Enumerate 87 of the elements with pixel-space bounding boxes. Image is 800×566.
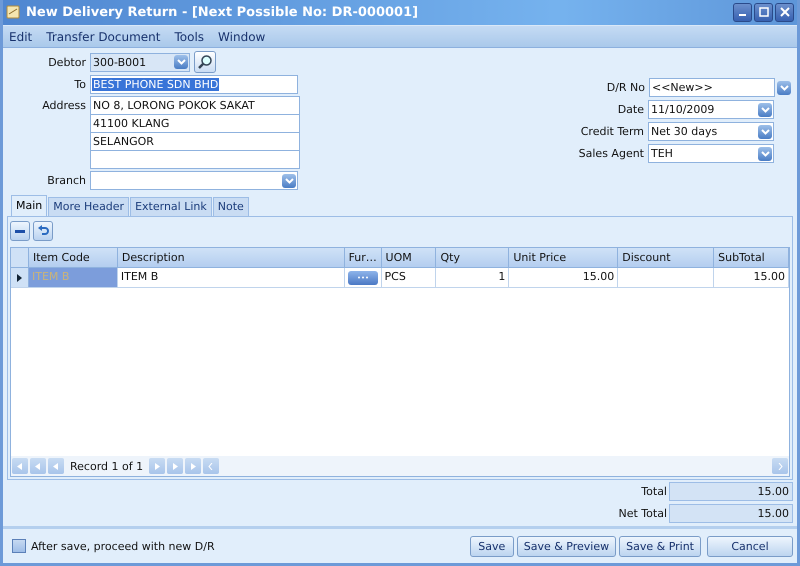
action-button[interactable]: Save & Print: [619, 536, 701, 557]
column-header[interactable]: Discount: [618, 248, 714, 268]
ellipsis-icon: [356, 276, 369, 280]
left-triangle-icon: [16, 462, 24, 470]
minimize-button[interactable]: [733, 2, 752, 22]
more-button[interactable]: [348, 270, 378, 285]
column-header[interactable]: Unit Price: [509, 248, 618, 268]
tab[interactable]: More Header: [48, 197, 130, 216]
window-title: New Delivery Return - [Next Possible No: DR-000001]: [26, 4, 418, 20]
dropdown-button[interactable]: [758, 102, 772, 117]
close-icon: [780, 7, 790, 18]
to-field[interactable]: BEST PHONE SDN BHD: [90, 75, 298, 94]
right-triangle-icon: [153, 462, 162, 470]
dropdown-button[interactable]: [777, 80, 791, 95]
number-combo[interactable]: <<New>>: [649, 78, 775, 98]
chevron-down-icon: [760, 150, 770, 157]
chevron-right-icon: [776, 462, 784, 470]
column-header[interactable]: Description: [118, 248, 345, 268]
column-header[interactable]: SubTotal: [714, 248, 790, 268]
menu-item[interactable]: Window: [218, 30, 266, 44]
menu-item[interactable]: Edit: [9, 30, 32, 44]
combo-field[interactable]: Net 30 days: [648, 122, 774, 142]
undo-icon: [37, 225, 49, 238]
combo-field[interactable]: 11/10/2009: [648, 100, 774, 120]
table-cell: 15.00: [714, 268, 789, 288]
table-cell: 15.00: [509, 268, 618, 288]
column-header[interactable]: Fur…: [344, 248, 382, 268]
table-cell: PCS: [382, 268, 436, 288]
checkbox-label[interactable]: After save, proceed with new D/R: [31, 540, 215, 553]
total-label: Net Total: [618, 507, 667, 520]
table-cell: ITEM B: [118, 268, 345, 288]
left-triangle-icon: [34, 462, 42, 470]
action-button[interactable]: Save & Preview: [516, 536, 616, 557]
field-label: Debtor: [47, 56, 87, 69]
address-line-field[interactable]: SELANGOR: [91, 133, 299, 152]
field-label: Address: [41, 98, 87, 112]
menu-item[interactable]: Tools: [174, 30, 204, 44]
field-label: D/R No: [606, 81, 646, 94]
chevron-down-icon: [760, 128, 770, 135]
dropdown-button[interactable]: [758, 124, 772, 139]
delete-row-button[interactable]: [10, 221, 30, 242]
total-field: 15.00: [669, 482, 793, 502]
total-label: Total: [641, 485, 667, 498]
field-label: Date: [618, 103, 645, 116]
field-label: To: [73, 78, 87, 92]
minimize-icon: [739, 14, 746, 16]
address-line-field[interactable]: NO 8, LORONG POKOK SAKAT: [91, 97, 299, 116]
checkbox[interactable]: [12, 539, 26, 554]
maximize-icon: [758, 7, 768, 18]
table-cell: ITEM B: [29, 268, 118, 288]
address-line-field[interactable]: 41100 KLANG: [91, 115, 299, 134]
chevron-left-icon: [207, 462, 216, 470]
document-icon: [6, 5, 20, 20]
field-label: Branch: [46, 174, 87, 188]
chevron-down-icon: [780, 84, 788, 91]
row-header[interactable]: [11, 268, 29, 288]
dropdown-button[interactable]: [758, 146, 772, 161]
record-counter: Record 1 of 1: [69, 460, 144, 473]
total-field: 15.00: [669, 504, 793, 524]
field-label: Sales Agent: [578, 147, 645, 160]
chevron-down-icon: [176, 59, 186, 66]
right-triangle-icon: [189, 462, 198, 470]
close-button[interactable]: [775, 2, 794, 22]
action-button[interactable]: Save: [470, 536, 514, 557]
undo-button[interactable]: [33, 221, 53, 242]
menu-item[interactable]: Transfer Document: [46, 30, 160, 44]
search-icon: [197, 54, 213, 70]
column-header[interactable]: UOM: [382, 248, 436, 268]
search-button[interactable]: [194, 51, 216, 74]
column-header[interactable]: Qty: [436, 248, 510, 268]
action-button[interactable]: Cancel: [707, 536, 793, 557]
tab[interactable]: Main: [11, 195, 48, 216]
chevron-down-icon: [760, 106, 770, 113]
table-cell: 1: [436, 268, 510, 288]
field-label: Credit Term: [580, 125, 645, 138]
debtor-combo[interactable]: 300-B001: [90, 52, 190, 72]
right-triangle-icon: [171, 462, 180, 470]
branch-combo[interactable]: [90, 171, 298, 190]
tab[interactable]: Note: [212, 197, 249, 216]
chevron-down-icon: [284, 178, 294, 184]
dropdown-button[interactable]: [282, 174, 296, 188]
left-triangle-icon: [52, 462, 60, 470]
combo-field[interactable]: TEH: [648, 144, 774, 164]
tab[interactable]: External Link: [130, 197, 212, 216]
dropdown-button[interactable]: [174, 55, 188, 70]
column-header[interactable]: Item Code: [29, 248, 118, 268]
maximize-button[interactable]: [754, 2, 773, 22]
